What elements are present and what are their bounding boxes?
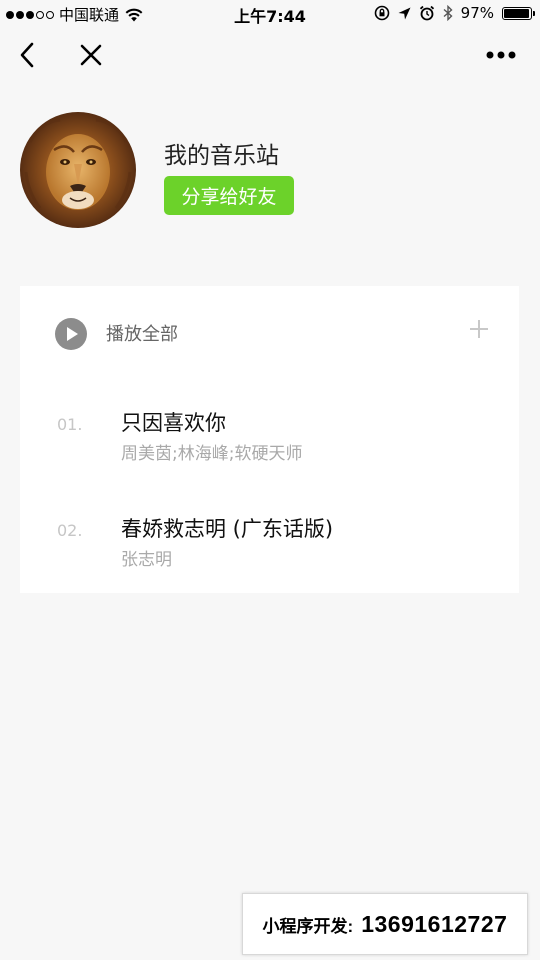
station-title: 我的音乐站 — [164, 143, 279, 169]
play-all-label: 播放全部 — [106, 324, 178, 345]
lion-avatar-icon — [20, 112, 136, 228]
nav-bar — [0, 28, 540, 80]
screen: 中国联通 上午7:44 97% 我的音乐站 分享给好友 播放全部 01. 只因喜… — [0, 0, 540, 960]
add-icon[interactable] — [469, 319, 489, 339]
song-index: 01. — [57, 415, 83, 434]
more-button[interactable] — [484, 40, 518, 70]
avatar — [20, 112, 136, 228]
battery-icon — [502, 6, 535, 20]
alarm-icon — [419, 5, 434, 21]
back-chevron-icon — [20, 42, 34, 68]
contact-watermark: 小程序开发: 13691612727 — [242, 893, 528, 955]
more-icon — [486, 51, 516, 59]
song-index: 02. — [57, 521, 83, 540]
play-circle-icon — [55, 318, 87, 350]
close-icon — [80, 44, 102, 66]
battery-percent: 97% — [460, 4, 494, 22]
share-button[interactable]: 分享给好友 — [164, 176, 294, 215]
playlist-card: 播放全部 01. 只因喜欢你 周美茵;林海峰;软硬天师 02. 春娇救志明 (广… — [20, 286, 519, 593]
status-bar: 中国联通 上午7:44 97% — [0, 0, 540, 28]
song-title: 只因喜欢你 — [121, 411, 226, 435]
song-row[interactable]: 02. 春娇救志明 (广东话版) 张志明 — [20, 495, 519, 575]
song-row[interactable]: 01. 只因喜欢你 周美茵;林海峰;软硬天师 — [20, 389, 519, 469]
watermark-number: 13691612727 — [361, 910, 508, 937]
close-button[interactable] — [76, 40, 106, 70]
song-artist: 张志明 — [121, 550, 172, 570]
bluetooth-icon — [443, 5, 453, 21]
play-all-button[interactable]: 播放全部 — [20, 286, 519, 378]
status-right: 97% — [374, 4, 535, 22]
song-title: 春娇救志明 (广东话版) — [121, 517, 334, 541]
rotation-lock-icon — [374, 5, 389, 21]
location-arrow-icon — [398, 7, 411, 19]
back-button[interactable] — [12, 40, 42, 70]
watermark-label: 小程序开发: — [262, 916, 354, 936]
song-artist: 周美茵;林海峰;软硬天师 — [121, 444, 303, 464]
